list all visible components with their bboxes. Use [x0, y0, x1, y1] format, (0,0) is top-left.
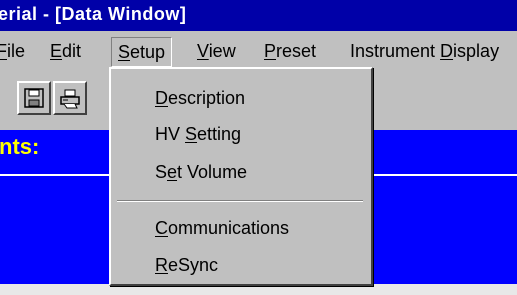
menu-edit-mnemonic: E [50, 41, 63, 61]
print-icon [60, 89, 80, 109]
menu-instrument-display-rest: isplay [453, 41, 500, 61]
save-icon [24, 88, 44, 108]
menu-instrument-display-text: Instrument [350, 41, 441, 61]
print-button[interactable] [53, 81, 87, 115]
menu-setup-mnemonic: S [118, 42, 131, 62]
menu-view-mnemonic: V [197, 41, 209, 61]
menu-instrument-display[interactable]: Instrument Display [350, 37, 499, 65]
menu-preset-mnemonic: P [264, 41, 277, 61]
menu-item-hv-setting[interactable]: HV Setting [155, 119, 241, 149]
menu-item-hv-setting-text: HV [155, 124, 186, 144]
setup-menu-dropdown: Description HV Setting Set Volume Commun… [109, 67, 373, 286]
menu-item-description-mnemonic: D [155, 88, 168, 108]
menu-setup-rest: etup [130, 42, 166, 62]
menu-item-set-volume[interactable]: Set Volume [155, 157, 247, 187]
menu-item-hv-setting-mnemonic: S [185, 124, 198, 144]
menu-item-set-volume-mnemonic: e [167, 162, 178, 182]
menu-file[interactable]: File [0, 37, 25, 65]
menu-item-resync-mnemonic: R [155, 255, 168, 275]
menu-bar: File Edit Setup View Preset Instrument D… [0, 31, 517, 69]
data-label: nts: [0, 134, 40, 159]
menu-file-rest: ile [7, 41, 26, 61]
menu-item-description-rest: escription [168, 88, 246, 108]
menu-preset-rest: reset [276, 41, 317, 61]
menu-item-communications-rest: ommunications [168, 218, 290, 238]
save-button[interactable] [17, 81, 51, 115]
menu-file-mnemonic: F [0, 41, 7, 61]
menu-instrument-display-mnemonic: D [440, 41, 454, 61]
menu-item-communications[interactable]: Communications [155, 213, 289, 243]
menu-separator [117, 200, 363, 202]
menu-item-hv-setting-rest: etting [197, 124, 242, 144]
title-bar: erial - [Data Window] [0, 0, 517, 31]
window-title: erial - [Data Window] [0, 4, 187, 24]
menu-item-resync-rest: eSync [168, 255, 219, 275]
menu-preset[interactable]: Preset [264, 37, 316, 65]
menu-setup[interactable]: Setup [111, 37, 173, 67]
menu-view[interactable]: View [197, 37, 236, 65]
menu-item-set-volume-rest: t Volume [177, 162, 248, 182]
menu-edit-rest: dit [62, 41, 82, 61]
menu-item-communications-mnemonic: C [155, 218, 168, 238]
menu-view-rest: iew [208, 41, 236, 61]
menu-edit[interactable]: Edit [50, 37, 81, 65]
menu-item-resync[interactable]: ReSync [155, 250, 218, 280]
menu-item-set-volume-text: S [155, 162, 168, 182]
menu-item-description[interactable]: Description [155, 83, 245, 113]
